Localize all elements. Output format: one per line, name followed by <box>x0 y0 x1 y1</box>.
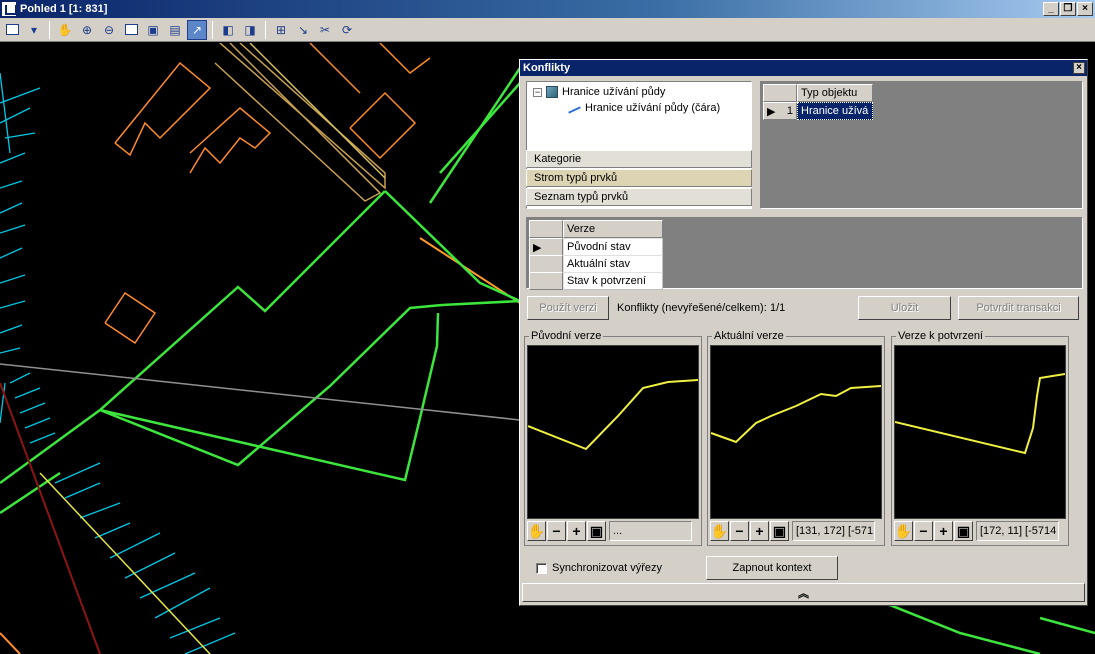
row-header[interactable]: ▶ <box>529 238 563 256</box>
zoom-in-button[interactable]: + <box>750 521 769 541</box>
column-header-typ-objektu[interactable]: Typ objektu <box>797 84 873 102</box>
collapse-icon[interactable]: − <box>533 87 542 97</box>
row-pointer-icon: ▶ <box>533 241 542 254</box>
dialog-close-button[interactable]: × <box>1073 62 1085 74</box>
grid-corner <box>763 84 797 102</box>
refresh-icon[interactable]: ⟳ <box>337 20 357 40</box>
select-arrow-icon[interactable]: ↗ <box>187 19 207 40</box>
conflicts-dialog: Konflikty × − Hranice užívání půdy Hrani… <box>519 59 1088 606</box>
zoom-out-icon[interactable]: ⊖ <box>99 20 119 40</box>
tab-kategorie[interactable]: Kategorie <box>526 150 752 168</box>
version-grid[interactable]: Verze ▶ Původní stav Aktuální stav Stav … <box>526 217 1083 290</box>
sync-views-checkbox[interactable]: Synchronizovat výřezy <box>536 562 662 574</box>
row-header[interactable] <box>529 272 563 290</box>
tree-item-label: Hranice užívání půdy <box>562 86 666 98</box>
grid-corner <box>529 220 563 238</box>
row-number: 1 <box>786 105 793 117</box>
next-view-icon[interactable]: ◨ <box>240 20 260 40</box>
tree-item-label: Hranice užívání půdy (čára) <box>585 102 721 114</box>
panel-title: Verze k potvrzení <box>896 330 985 342</box>
pan-hand-icon[interactable]: ✋ <box>527 521 546 541</box>
coordinate-readout: ... <box>609 521 692 541</box>
pan-hand-icon[interactable]: ✋ <box>894 521 913 541</box>
zoom-extent-icon[interactable]: ▤ <box>165 20 185 40</box>
close-button[interactable]: × <box>1077 2 1093 16</box>
object-type-grid[interactable]: Typ objektu ▶ 1 Hranice užívá <box>760 81 1083 209</box>
dialog-title-bar: Konflikty × <box>520 60 1087 76</box>
apply-version-button[interactable]: Použít verzi <box>527 296 609 320</box>
preview-view-k-potvrzeni[interactable] <box>894 345 1066 519</box>
collapse-panel-button[interactable]: ︽ <box>522 583 1085 602</box>
tab-strom-typu-prvku[interactable]: Strom typů prvků <box>526 169 752 187</box>
zoom-extent-icon[interactable]: ▣ <box>587 521 606 541</box>
row-pointer-icon: ▶ <box>767 105 776 118</box>
preview-geometry <box>527 379 699 451</box>
chevron-down-icon[interactable]: ▾ <box>24 20 44 40</box>
zoom-out-button[interactable]: − <box>730 521 749 541</box>
dialog-title: Konflikty <box>523 62 571 74</box>
tree-item-root[interactable]: − Hranice užívání půdy <box>533 85 665 99</box>
measure-icon[interactable]: ↘ <box>293 20 313 40</box>
previous-view-icon[interactable]: ◧ <box>218 20 238 40</box>
zoom-in-icon[interactable]: ⊕ <box>77 20 97 40</box>
snap-icon[interactable]: ⊞ <box>271 20 291 40</box>
conflicts-label: Konflikty (nevyřešené/celkem): <box>617 302 767 314</box>
restore-button[interactable]: ❐ <box>1060 2 1076 16</box>
panel-title: Původní verze <box>529 330 604 342</box>
row-header[interactable] <box>529 255 563 273</box>
preview-view-aktualni[interactable] <box>710 345 882 519</box>
checkbox-label: Synchronizovat výřezy <box>552 562 663 574</box>
zoom-extent-icon[interactable]: ▣ <box>954 521 973 541</box>
zoom-all-icon[interactable]: ▣ <box>143 20 163 40</box>
version-row-aktualni[interactable]: Aktuální stav <box>563 255 663 273</box>
panel-verze-k-potvrzeni: Verze k potvrzení ✋ − + ▣ [172, 11] [-57… <box>891 330 1069 546</box>
line-feature-icon <box>567 103 581 113</box>
column-header-verze[interactable]: Verze <box>563 220 663 238</box>
zoom-window-icon[interactable] <box>121 20 141 40</box>
preview-view-puvodni[interactable] <box>527 345 699 519</box>
zoom-out-button[interactable]: − <box>547 521 566 541</box>
coordinate-readout: [172, 11] [-5714 <box>976 521 1059 541</box>
feature-class-icon <box>546 86 558 98</box>
app-icon <box>1 1 17 17</box>
zoom-in-button[interactable]: + <box>567 521 586 541</box>
row-header[interactable]: ▶ 1 <box>763 102 797 120</box>
panel-puvodni-verze: Původní verze ✋ − + ▣ ... <box>524 330 702 546</box>
save-button[interactable]: Uložit <box>858 296 951 320</box>
conflicts-count: 1/1 <box>770 302 786 314</box>
preview-geometry <box>894 373 1066 455</box>
confirm-transaction-button[interactable]: Potvrdit transakci <box>958 296 1079 320</box>
panel-aktualni-verze: Aktuální verze ✋ − + ▣ [131, 172] [-571 <box>707 330 885 546</box>
tree-item-child[interactable]: Hranice užívání půdy (čára) <box>567 101 720 115</box>
preview-geometry <box>710 385 882 444</box>
version-row-k-potvrzeni[interactable]: Stav k potvrzení <box>563 272 663 290</box>
checkbox-box[interactable] <box>536 562 547 574</box>
zoom-out-button[interactable]: − <box>914 521 933 541</box>
minimize-button[interactable]: _ <box>1043 2 1059 16</box>
window-title-bar: Pohled 1 [1: 831] _ ❐ × <box>0 0 1095 18</box>
layers-icon[interactable] <box>2 20 22 40</box>
pan-hand-icon[interactable]: ✋ <box>55 20 75 40</box>
double-chevron-up-icon: ︽ <box>798 587 809 600</box>
pan-hand-icon[interactable]: ✋ <box>710 521 729 541</box>
window-title: Pohled 1 [1: 831] <box>20 3 108 15</box>
main-toolbar: ▾ ✋ ⊕ ⊖ ▣ ▤ ↗ ◧ ◨ ⊞ ↘ ✂ ⟳ <box>0 18 1095 42</box>
coordinate-readout: [131, 172] [-571 <box>792 521 875 541</box>
version-row-puvodni[interactable]: Původní stav <box>563 238 663 256</box>
tab-seznam-typu-prvku[interactable]: Seznam typů prvků <box>526 188 752 206</box>
tools-icon[interactable]: ✂ <box>315 20 335 40</box>
enable-context-button[interactable]: Zapnout kontext <box>706 556 838 580</box>
panel-title: Aktuální verze <box>712 330 786 342</box>
zoom-extent-icon[interactable]: ▣ <box>770 521 789 541</box>
zoom-in-button[interactable]: + <box>934 521 953 541</box>
grid-cell-object-type[interactable]: Hranice užívá <box>797 102 873 120</box>
